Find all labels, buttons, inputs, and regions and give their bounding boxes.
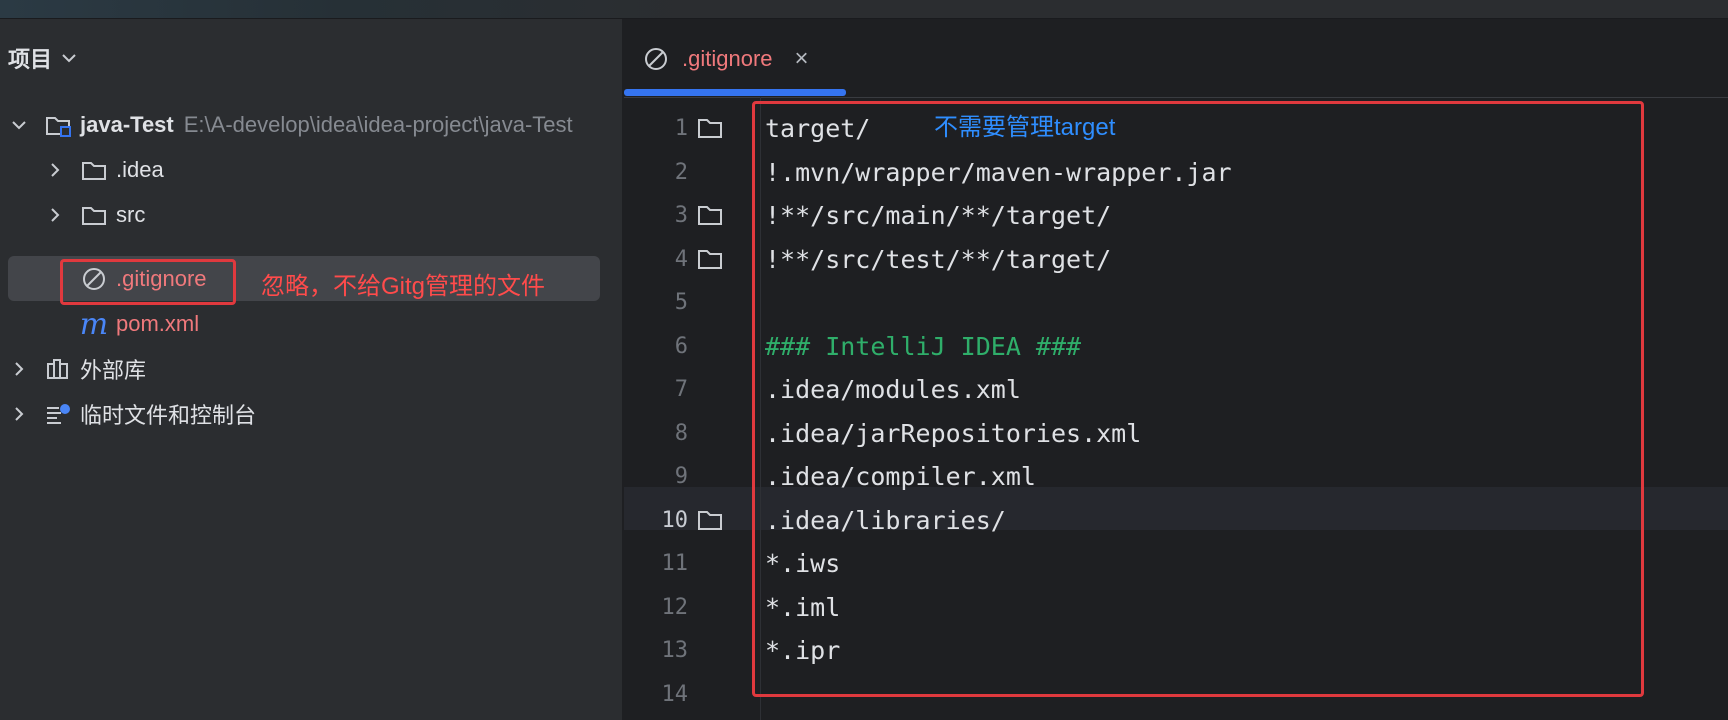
tree-item-src[interactable]: src (0, 195, 622, 235)
highlight-box-gitignore (60, 259, 236, 305)
project-root-label: java-Test E:\A-develop\idea\idea-project\… (80, 112, 573, 138)
tree-item-idea[interactable]: .idea (0, 150, 622, 190)
chevron-right-icon[interactable] (10, 360, 28, 378)
line-number: 12 (661, 594, 689, 620)
ignored-file-icon (645, 48, 667, 70)
line-number: 10 (661, 507, 689, 533)
line-number: 7 (674, 377, 688, 402)
line-number: 14 (661, 681, 689, 707)
tab-label: .gitignore (682, 46, 773, 71)
tree-item-project-root[interactable]: java-Test E:\A-develop\idea\idea-project\… (0, 105, 622, 145)
scratches-icon (47, 404, 70, 424)
chevron-right-icon[interactable] (46, 161, 64, 179)
tree-item-label: 临时文件和控制台 (80, 403, 257, 428)
tree-item-label: .idea (116, 157, 164, 182)
tab-gitignore[interactable]: .gitignore × (642, 39, 809, 79)
close-icon[interactable]: × (795, 45, 809, 73)
line-number: 5 (674, 290, 688, 315)
line-number: 2 (674, 159, 688, 185)
active-tab-indicator (624, 89, 846, 96)
folder-icon (698, 119, 722, 138)
project-root-name: java-Test (80, 112, 174, 137)
folder-icon (698, 206, 722, 225)
tree-item-label: 外部库 (80, 358, 147, 383)
tree-item-label: src (116, 202, 146, 227)
line-number: 8 (674, 420, 688, 446)
folder-icon (82, 162, 106, 180)
tree-item-external-libraries[interactable]: 外部库 (0, 349, 622, 389)
chevron-down-icon[interactable] (10, 116, 28, 134)
library-icon (47, 359, 68, 379)
highlight-box-code (752, 101, 1644, 697)
editor-tab-bar: .gitignore × (624, 19, 1728, 98)
tree-item-label: pom.xml (116, 311, 200, 336)
editor-area: .gitignore × 1 target/2 !.mvn/wrapper/mave… (624, 19, 1728, 720)
line-number: 9 (674, 464, 688, 489)
line-number: 4 (674, 246, 688, 272)
maven-m-icon: m (79, 306, 109, 342)
window-title-bar (0, 0, 1728, 19)
annotation-target: 不需要管理target (934, 114, 1116, 141)
module-folder-icon (46, 117, 71, 137)
folder-icon (698, 249, 722, 269)
project-tool-window: 项目 java-Test E:\A-develop\idea\idea-proje… (0, 19, 622, 720)
project-view-title: 项目 (8, 47, 53, 72)
line-number: 11 (661, 551, 689, 576)
project-view-selector[interactable]: 项目 (8, 41, 78, 75)
line-number: 6 (674, 333, 688, 359)
line-number: 13 (661, 638, 689, 663)
tree-item-scratches[interactable]: 临时文件和控制台 (0, 394, 622, 434)
chevron-down-icon (62, 54, 76, 63)
chevron-right-icon[interactable] (46, 206, 64, 224)
folder-icon (698, 510, 722, 530)
line-number: 3 (674, 203, 688, 228)
tree-item-pom[interactable]: m pom.xml (0, 304, 622, 344)
project-root-path: E:\A-develop\idea\idea-project\java-Test (183, 112, 573, 137)
folder-icon (82, 207, 106, 225)
chevron-right-icon[interactable] (10, 405, 28, 423)
line-number: 1 (674, 116, 688, 141)
annotation-gitignore: 忽略，不给Gitg管理的文件 (261, 273, 546, 300)
